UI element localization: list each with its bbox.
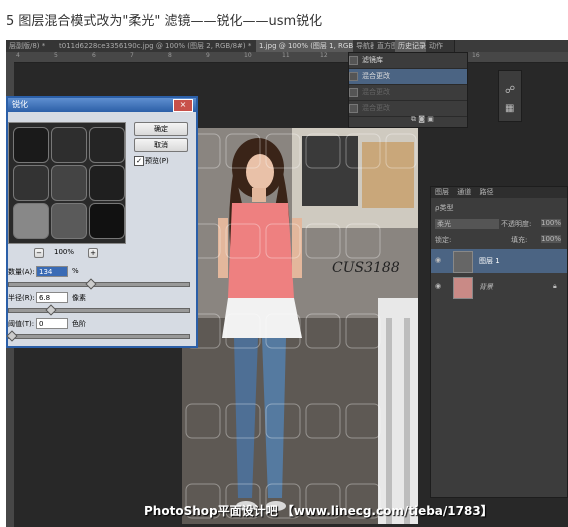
ruler-tick: 10: [244, 52, 252, 59]
opacity-input[interactable]: 100%: [541, 219, 562, 227]
amount-slider[interactable]: [8, 282, 190, 287]
threshold-label: 阈值(T):: [8, 320, 35, 328]
ruler-tick: 11: [282, 52, 290, 59]
history-panel: 滤镜库 混合更改 混合更改 混合更改 ⧉ ◙ ▣: [348, 52, 468, 128]
eye-icon[interactable]: ◉: [435, 282, 441, 290]
threshold-unit: 色阶: [72, 320, 86, 328]
layers-panel: 图层 通道 路径 ρ类型 柔光 不透明度: 100% 锁定: 填充: 100% …: [430, 186, 568, 498]
new-document-icon[interactable]: ⧉: [411, 115, 416, 123]
tab-layer-copy[interactable]: 层副版/8) *: [6, 40, 59, 52]
preview-tile: [51, 203, 87, 239]
cancel-button[interactable]: 取消: [134, 138, 188, 152]
preview-tile: [13, 127, 49, 163]
ruler-tick: 9: [206, 52, 210, 59]
preview-tile: [89, 203, 125, 239]
radius-slider[interactable]: [8, 308, 190, 313]
dialog-title: 锐化: [12, 100, 28, 109]
trash-icon[interactable]: ▣: [427, 115, 434, 123]
threshold-slider-thumb[interactable]: [6, 330, 18, 342]
layers-panel-tabs: 图层 通道 路径: [431, 187, 567, 198]
history-item-label: 混合更改: [362, 72, 390, 80]
history-footer-icons: ⧉ ◙ ▣: [411, 115, 434, 124]
horizontal-ruler: 4 5 6 7 8 9 10 11 12 13 14 15 16: [6, 52, 568, 63]
radius-input[interactable]: 6.8: [36, 292, 68, 303]
history-item-label: 混合更改: [362, 104, 390, 112]
layer-name: 图层 1: [479, 257, 500, 265]
history-snapshot-icon: [349, 55, 358, 65]
tab-layers[interactable]: 图层: [435, 188, 449, 196]
preview-checkbox[interactable]: ✓: [134, 156, 144, 166]
preview-tile: [13, 203, 49, 239]
tab-paths[interactable]: 路径: [479, 188, 493, 196]
tab-t011d-jpg[interactable]: t011d6228ce3356190c.jpg @ 100% (图层 2, RG…: [56, 40, 259, 52]
tile-overlay: [185, 133, 417, 519]
tab-actions[interactable]: 动作: [426, 40, 455, 52]
opacity-label: 不透明度:: [501, 220, 532, 228]
tab-channels[interactable]: 通道: [457, 188, 471, 196]
ruler-tick: 5: [54, 52, 58, 59]
dialog-preview[interactable]: [8, 122, 126, 244]
amount-slider-thumb[interactable]: [85, 278, 97, 290]
lock-icon: 🔒︎: [553, 282, 557, 290]
layer-row-selected[interactable]: ◉ 图层 1: [431, 249, 567, 273]
fill-input[interactable]: 100%: [541, 235, 562, 243]
document-tab-bar: 层副版/8) * t011d6228ce3356190c.jpg @ 100% …: [6, 40, 568, 52]
history-item[interactable]: 混合更改: [349, 101, 467, 117]
ruler-tick: 4: [16, 52, 20, 59]
radius-unit: 像素: [72, 294, 86, 302]
zoom-level: 100%: [54, 248, 75, 256]
ruler-tick: 8: [168, 52, 172, 59]
ruler-tick: 16: [472, 52, 480, 59]
eye-icon[interactable]: ◉: [435, 256, 441, 264]
layer-kind-filter[interactable]: ρ类型: [435, 203, 453, 213]
amount-unit: %: [72, 267, 79, 275]
photoshop-window: 层副版/8) * t011d6228ce3356190c.jpg @ 100% …: [6, 40, 568, 527]
dialog-titlebar: 锐化: [8, 98, 196, 112]
fill-label: 填充:: [511, 236, 528, 244]
radius-label: 半径(R):: [8, 294, 35, 302]
history-item-selected[interactable]: 混合更改: [349, 69, 467, 85]
history-snapshot-icon: [349, 87, 358, 97]
ruler-tick: 12: [320, 52, 328, 59]
layer-thumbnail: [453, 251, 473, 273]
history-item-label: 混合更改: [362, 88, 390, 96]
history-item-label: 滤镜库: [362, 56, 383, 64]
preview-tile: [51, 127, 87, 163]
history-item[interactable]: 滤镜库: [349, 53, 467, 69]
amount-label: 数量(A):: [8, 268, 35, 276]
watermark: PhotoShop平面设计吧 【www.linecg.com/tieba/178…: [144, 504, 493, 518]
close-button[interactable]: ×: [173, 99, 193, 112]
preview-tile: [51, 165, 87, 201]
side-dock: ☍ ▦: [498, 70, 522, 122]
layer-row[interactable]: ◉ 背景 🔒︎: [431, 275, 567, 299]
layer-name: 背景: [479, 283, 493, 291]
preview-tile: [89, 165, 125, 201]
lock-label: 锁定:: [435, 236, 452, 244]
radius-slider-thumb[interactable]: [45, 304, 57, 316]
threshold-input[interactable]: 0: [36, 318, 68, 329]
caption: 5 图层混合模式改为"柔光" 滤镜——锐化——usm锐化: [6, 14, 323, 29]
ruler-tick: 6: [92, 52, 96, 59]
history-item[interactable]: 混合更改: [349, 85, 467, 101]
zoom-out-button[interactable]: −: [34, 248, 44, 258]
preview-tile: [89, 127, 125, 163]
history-dock-icon[interactable]: ☍: [505, 85, 515, 96]
history-snapshot-icon: [349, 71, 358, 81]
tab-1-jpg[interactable]: 1.jpg @ 100% (图层 1, RGB/8) *: [256, 40, 359, 52]
amount-input[interactable]: 134: [36, 266, 68, 277]
camera-icon[interactable]: ◙: [418, 115, 425, 123]
layer-thumbnail: [453, 277, 473, 299]
preview-tile: [13, 165, 49, 201]
sharpen-dialog: 锐化 × 确定 取消 ✓ 预览(P) − 100% + 数量(A): 134 %…: [6, 96, 198, 348]
history-snapshot-icon: [349, 103, 358, 113]
threshold-slider[interactable]: [8, 334, 190, 339]
blend-mode-select[interactable]: 柔光: [435, 219, 499, 229]
actions-dock-icon[interactable]: ▦: [505, 103, 514, 114]
preview-label: 预览(P): [145, 157, 169, 165]
ruler-tick: 7: [130, 52, 134, 59]
zoom-in-button[interactable]: +: [88, 248, 98, 258]
ok-button[interactable]: 确定: [134, 122, 188, 136]
